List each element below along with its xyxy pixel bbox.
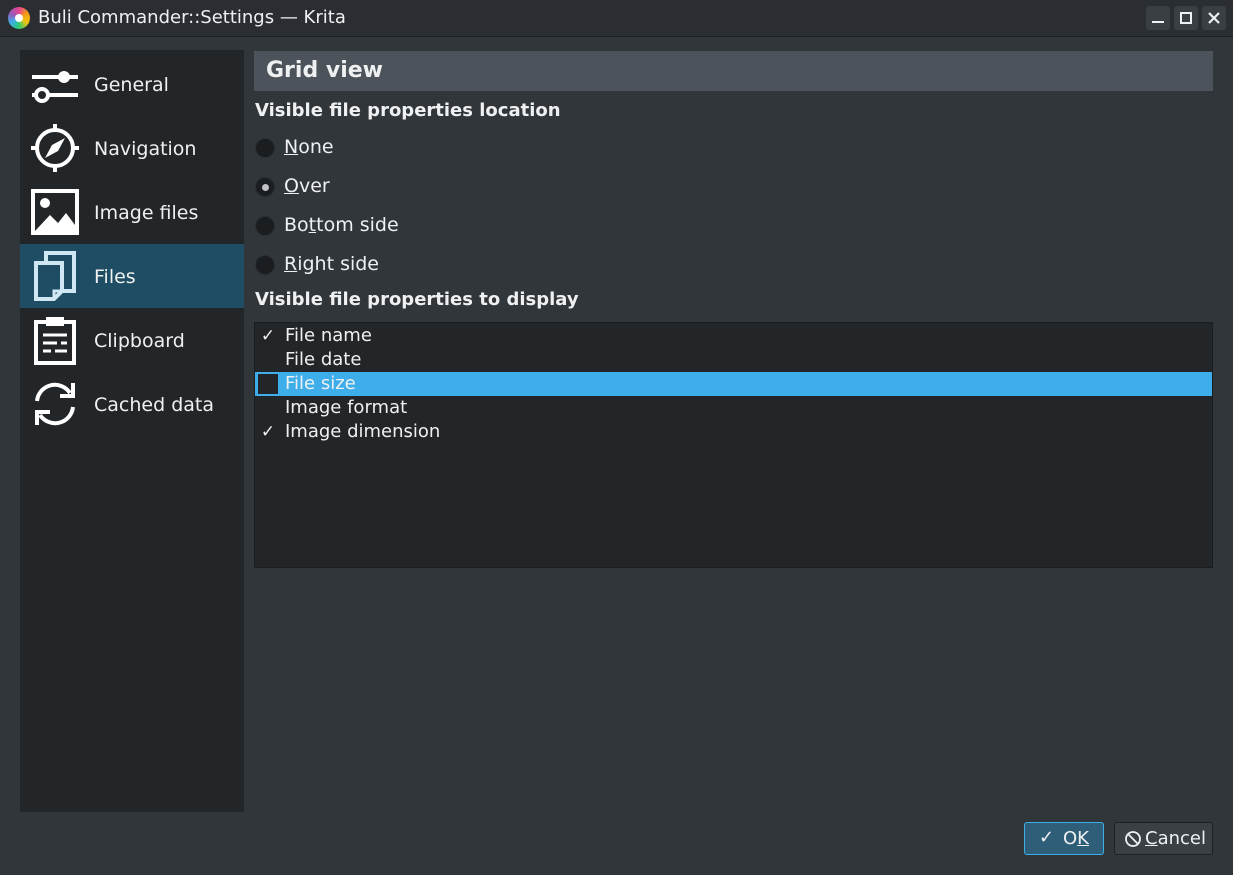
radio-label: Over: [284, 175, 330, 197]
cancel-icon: [1125, 831, 1141, 847]
list-item-image-format[interactable]: Image format: [255, 396, 1212, 420]
display-group-label: Visible file properties to display: [255, 289, 579, 310]
close-button[interactable]: [1202, 6, 1226, 30]
close-icon: [1208, 12, 1220, 24]
file-properties-list[interactable]: ✓ File name File date File size Image fo…: [254, 322, 1213, 568]
sidebar-item-general[interactable]: General: [20, 52, 244, 116]
location-group-label: Visible file properties location: [255, 100, 561, 121]
checkbox-unchecked[interactable]: [258, 398, 278, 418]
compass-icon: [31, 124, 79, 172]
cancel-button-label: Cancel: [1145, 828, 1206, 849]
title-bar: Buli Commander::Settings — Krita: [0, 0, 1233, 37]
radio-indicator[interactable]: [255, 255, 275, 275]
radio-indicator[interactable]: [255, 177, 275, 197]
list-item-file-size[interactable]: File size: [255, 372, 1212, 396]
radio-label: None: [284, 136, 334, 158]
ok-button[interactable]: ✓ OK: [1024, 822, 1104, 855]
radio-over[interactable]: Over: [255, 173, 655, 203]
radio-right-side[interactable]: Right side: [255, 251, 655, 281]
list-item-file-name[interactable]: ✓ File name: [255, 324, 1212, 348]
list-item-label: File name: [285, 325, 372, 346]
sidebar-item-navigation[interactable]: Navigation: [20, 116, 244, 180]
settings-sidebar: General Navigation Image files Files Cli…: [20, 50, 244, 812]
sliders-icon: [32, 71, 78, 103]
radio-indicator[interactable]: [255, 138, 275, 158]
checkbox-unchecked[interactable]: [258, 374, 278, 394]
maximize-button[interactable]: [1174, 6, 1198, 30]
list-item-image-dimension[interactable]: ✓ Image dimension: [255, 420, 1212, 444]
checkbox-unchecked[interactable]: [258, 350, 278, 370]
window-title: Buli Commander::Settings — Krita: [38, 7, 346, 28]
radio-label: Right side: [284, 253, 380, 275]
sidebar-item-cached-data[interactable]: Cached data: [20, 372, 244, 436]
radio-indicator[interactable]: [255, 216, 275, 236]
maximize-icon: [1180, 12, 1192, 24]
section-title: Grid view: [266, 58, 383, 83]
list-item-label: Image dimension: [285, 421, 441, 442]
sidebar-item-label: Navigation: [94, 138, 197, 160]
sidebar-item-label: Files: [94, 266, 136, 288]
image-icon: [31, 189, 79, 235]
list-item-label: File date: [285, 349, 362, 370]
clipboard-icon: [34, 317, 76, 365]
minimize-button[interactable]: [1146, 6, 1170, 30]
krita-app-icon: [8, 7, 30, 29]
sidebar-item-files[interactable]: Files: [20, 244, 244, 308]
list-item-label: File size: [285, 373, 356, 394]
checkmark-icon[interactable]: ✓: [258, 326, 278, 346]
sidebar-item-label: Cached data: [94, 394, 214, 416]
radio-checked-dot: [262, 184, 269, 191]
cancel-button[interactable]: Cancel: [1114, 822, 1213, 855]
sidebar-item-clipboard[interactable]: Clipboard: [20, 308, 244, 372]
ok-button-label: OK: [1063, 828, 1089, 849]
radio-label: Bottom side: [284, 214, 399, 236]
radio-none[interactable]: None: [255, 134, 655, 164]
minimize-icon: [1152, 21, 1164, 23]
files-icon: [34, 251, 76, 301]
checkmark-icon: ✓: [1039, 827, 1055, 848]
section-header: Grid view: [254, 51, 1213, 91]
refresh-icon: [35, 382, 75, 426]
sidebar-item-image-files[interactable]: Image files: [20, 180, 244, 244]
checkmark-icon[interactable]: ✓: [258, 422, 278, 442]
sidebar-item-label: Clipboard: [94, 330, 185, 352]
radio-bottom-side[interactable]: Bottom side: [255, 212, 655, 242]
list-item-label: Image format: [285, 397, 408, 418]
list-item-file-date[interactable]: File date: [255, 348, 1212, 372]
sidebar-item-label: Image files: [94, 202, 199, 224]
sidebar-item-label: General: [94, 74, 169, 96]
